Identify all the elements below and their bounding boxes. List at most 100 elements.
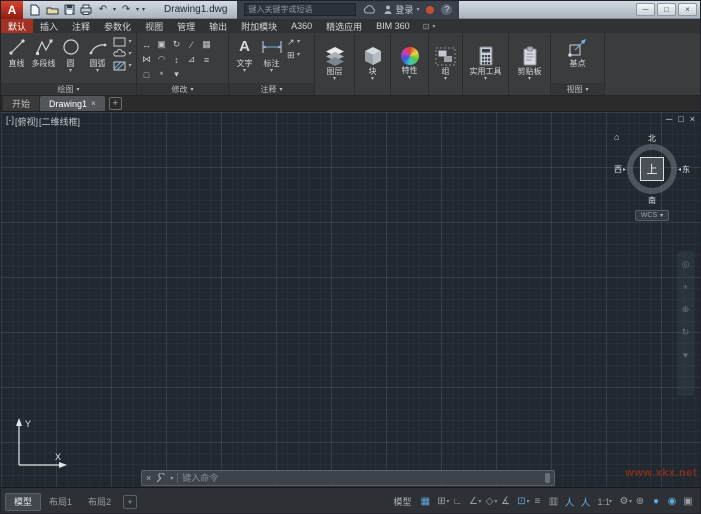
scale-icon[interactable]: ⊿ (184, 52, 199, 67)
undo-dropdown-icon[interactable]: ▾ (113, 6, 116, 13)
model-space-button[interactable]: 模型 (387, 493, 417, 511)
base-point-button[interactable]: 基点 (558, 34, 598, 82)
open-file-button[interactable] (45, 3, 59, 16)
properties-panel-button[interactable]: 特性 ▾ (391, 33, 428, 95)
nav-wheel-icon[interactable]: ◎ (682, 259, 690, 270)
object-snap-tracking-icon[interactable]: ∡ (497, 493, 513, 511)
offset-icon[interactable]: ≡ (199, 52, 214, 67)
new-file-button[interactable] (28, 3, 42, 16)
layers-panel-button[interactable]: 图层 ▾ (315, 33, 354, 95)
text-button[interactable]: A 文字 ▾ (231, 34, 258, 82)
isolate-objects-icon[interactable]: ● (648, 493, 664, 511)
draw-panel-footer[interactable]: 绘图 ▾ (1, 83, 136, 95)
ribbon-tab-home[interactable]: 默认 (1, 19, 33, 33)
block-panel-button[interactable]: 块 ▾ (355, 33, 390, 95)
view-panel-footer[interactable]: 视图 ▾ (551, 83, 604, 95)
a360-cloud-icon[interactable] (363, 5, 377, 14)
viewcube-south-label[interactable]: 南 (648, 195, 656, 206)
fillet-icon[interactable]: ◠ (154, 52, 169, 67)
ribbon-tab-addins[interactable]: 附加模块 (234, 19, 284, 33)
notification-icon[interactable] (426, 6, 434, 14)
tab-close-icon[interactable]: × (91, 99, 96, 108)
layout-tab-layout2[interactable]: 布局2 (80, 493, 119, 511)
drawing-canvas[interactable]: [-] [俯视] [二维线框] ─ □ × ⌂ 北 西 ▸ 上 ◂ 东 南 (1, 112, 700, 487)
explode-icon[interactable]: * (154, 67, 169, 82)
utilities-panel-button[interactable]: 实用工具 ▾ (463, 33, 508, 95)
stretch-icon[interactable]: ↕ (169, 52, 184, 67)
visual-style-menu-button[interactable]: [二维线框] (39, 115, 80, 128)
revision-cloud-button[interactable]: ▾ (113, 49, 131, 59)
save-button[interactable] (62, 3, 76, 16)
ribbon-tab-featured-apps[interactable]: 精选应用 (319, 19, 369, 33)
annotation-scale-button[interactable]: 1:1 ▾ (593, 497, 616, 507)
new-drawing-tab-button[interactable]: + (109, 97, 122, 110)
ribbon-display-toggle[interactable]: ⊡ ▾ (417, 19, 442, 33)
vp-minimize-button[interactable]: ─ (666, 114, 672, 124)
modify-more-icon[interactable]: ▾ (169, 67, 184, 82)
graphics-performance-icon[interactable]: ◉ (664, 493, 680, 511)
circle-dropdown-icon[interactable]: ▾ (69, 69, 72, 74)
ribbon-tab-output[interactable]: 输出 (202, 19, 234, 33)
arc-button[interactable]: 圆弧 ▾ (84, 34, 111, 82)
viewcube-ring[interactable]: 上 (627, 144, 677, 194)
circle-button[interactable]: 圆 ▾ (57, 34, 84, 82)
mirror-icon[interactable]: ⋈ (139, 52, 154, 67)
rectangle-button[interactable]: ▾ (113, 37, 131, 47)
command-scrollbar[interactable] (545, 473, 550, 483)
groups-panel-button[interactable]: 组 ▾ (429, 33, 462, 95)
view-menu-button[interactable]: [俯视] (15, 115, 38, 128)
array-icon[interactable]: ▦ (199, 37, 214, 52)
erase-icon[interactable]: □ (139, 67, 154, 82)
redo-dropdown-icon[interactable]: ▾ (136, 6, 139, 13)
new-layout-button[interactable]: + (123, 495, 137, 509)
line-button[interactable]: 直线 (3, 34, 30, 82)
ortho-mode-icon[interactable]: ∟ (449, 493, 465, 511)
text-dropdown-icon[interactable]: ▾ (243, 69, 246, 74)
viewcube-west-label[interactable]: 西 (614, 164, 622, 175)
ribbon-tab-manage[interactable]: 管理 (170, 19, 202, 33)
ucs-icon[interactable]: Y X (5, 415, 75, 473)
dimension-button[interactable]: 标注 ▾ (258, 34, 285, 82)
viewport-menu-button[interactable]: [-] (6, 115, 14, 128)
command-bar[interactable]: × ▾ (141, 470, 555, 486)
search-input[interactable] (248, 5, 358, 14)
viewcube-rotate-left-icon[interactable]: ▸ (623, 166, 626, 173)
plot-button[interactable] (79, 3, 93, 16)
nav-pan-icon[interactable]: + (683, 282, 688, 292)
selection-cycling-icon[interactable]: ▥ (545, 493, 561, 511)
application-menu-button[interactable]: A (1, 1, 23, 19)
trim-icon[interactable]: ∕ (184, 37, 199, 52)
rotate-icon[interactable]: ↻ (169, 37, 184, 52)
vp-close-button[interactable]: × (690, 114, 695, 124)
annotate-panel-footer[interactable]: 注释 ▾ (229, 83, 314, 95)
help-icon[interactable]: ? (441, 4, 452, 15)
copy-icon[interactable]: ▣ (154, 37, 169, 52)
ribbon-tab-a360[interactable]: A360 (284, 19, 319, 33)
hatch-button[interactable]: ▾ (113, 61, 131, 71)
viewcube-north-label[interactable]: 北 (648, 133, 656, 144)
redo-button[interactable]: ↷ (119, 3, 133, 16)
command-input[interactable] (182, 473, 541, 483)
lineweight-icon[interactable]: ≡ (529, 493, 545, 511)
signin-button[interactable]: 登录 ▾ (384, 3, 419, 16)
arc-dropdown-icon[interactable]: ▾ (96, 69, 99, 74)
move-icon[interactable]: ↔ (139, 37, 154, 52)
nav-orbit-icon[interactable]: ↻ (682, 327, 690, 338)
viewcube-rotate-right-icon[interactable]: ◂ (678, 166, 681, 173)
qat-customize-icon[interactable]: ▾ (142, 6, 145, 13)
layout-tab-layout1[interactable]: 布局1 (41, 493, 80, 511)
ribbon-tab-bim360[interactable]: BIM 360 (369, 19, 417, 33)
annotation-visibility-icon[interactable]: 人 (561, 493, 577, 511)
polyline-button[interactable]: 多段线 (30, 34, 57, 82)
ribbon-tab-view[interactable]: 视图 (138, 19, 170, 33)
annotation-autoscale-icon[interactable]: 人 (577, 493, 593, 511)
undo-button[interactable]: ↶ (96, 3, 110, 16)
file-tab-drawing1[interactable]: Drawing1 × (40, 96, 105, 111)
table-button[interactable]: ⊞▾ (287, 50, 300, 61)
command-dropdown-icon[interactable]: ▾ (170, 475, 173, 482)
help-search-box[interactable] (244, 3, 356, 16)
home-icon[interactable]: ⌂ (614, 132, 619, 142)
ribbon-tab-insert[interactable]: 插入 (33, 19, 65, 33)
viewcube-top-face[interactable]: 上 (640, 157, 664, 181)
ribbon-tab-parametric[interactable]: 参数化 (97, 19, 138, 33)
